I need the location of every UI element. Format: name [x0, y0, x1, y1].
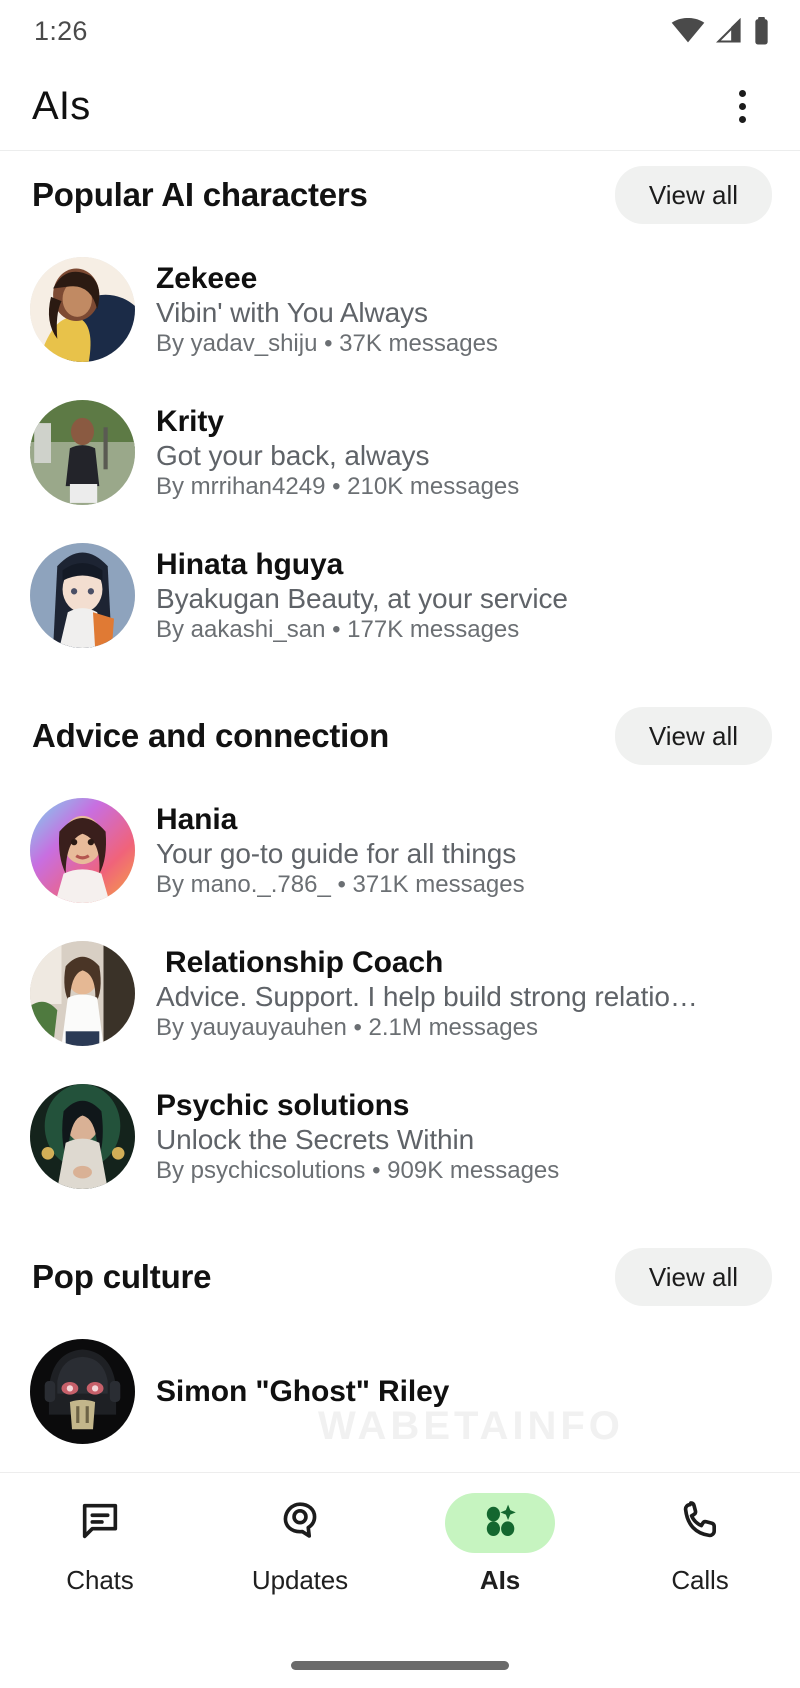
- nav-icon-wrap: [45, 1493, 155, 1553]
- updates-icon: [277, 1498, 323, 1549]
- ai-tagline: Advice. Support. I help build strong rel…: [156, 980, 698, 1012]
- list-item[interactable]: Zekeee Vibin' with You Always By yadav_s…: [0, 238, 800, 381]
- ai-name: Relationship Coach: [165, 945, 444, 979]
- ai-meta: By psychicsolutions • 909K messages: [156, 1156, 560, 1184]
- nav-label: AIs: [479, 1565, 521, 1595]
- section-title: Popular AI characters: [32, 176, 368, 213]
- ais-sparkle-icon: [478, 1499, 522, 1548]
- ai-tagline: Your go-to guide for all things: [156, 837, 517, 869]
- page-title: AIs: [32, 83, 91, 128]
- avatar: [30, 798, 135, 903]
- home-gesture-bar[interactable]: [291, 1660, 509, 1670]
- view-all-button[interactable]: View all: [614, 707, 772, 765]
- ai-tagline: Vibin' with You Always: [156, 296, 428, 328]
- section-title: Advice and connection: [32, 717, 390, 754]
- status-bar: 1:26: [0, 0, 800, 62]
- list-item-text: Krity Got your back, always By mrrihan42…: [156, 405, 780, 501]
- avatar: [30, 941, 135, 1046]
- section-header: Popular AI characters View all: [0, 152, 800, 238]
- avatar: [30, 400, 135, 505]
- view-all-button[interactable]: View all: [614, 166, 772, 224]
- ai-name: Psychic solutions: [156, 1088, 410, 1122]
- nav-item-calls[interactable]: Calls: [600, 1493, 800, 1596]
- ai-meta: By mrrihan4249 • 210K messages: [156, 472, 520, 500]
- nav-item-chats[interactable]: Chats: [0, 1493, 200, 1596]
- avatar: [30, 257, 135, 362]
- ai-tagline: Got your back, always: [156, 439, 430, 471]
- wifi-icon: [671, 18, 705, 44]
- ai-meta: By yadav_shiju • 37K messages: [156, 329, 498, 357]
- list-item[interactable]: Psychic solutions Unlock the Secrets Wit…: [0, 1065, 800, 1208]
- ai-meta: By yauyauyauhen • 2.1M messages: [156, 1013, 538, 1041]
- nav-item-updates[interactable]: Updates: [200, 1493, 400, 1596]
- ai-tagline: Byakugan Beauty, at your service: [156, 582, 568, 614]
- section-title: Pop culture: [32, 1258, 212, 1295]
- ai-name: Simon "Ghost" Riley: [156, 1374, 450, 1408]
- section-pop-culture: Pop culture View all Simon "Ghost" Riley: [0, 1234, 800, 1463]
- more-vert-icon[interactable]: [718, 80, 766, 132]
- list-item-text: Relationship Coach Advice. Support. I he…: [156, 946, 780, 1042]
- ai-sections-list[interactable]: Popular AI characters View all Zekeee Vi…: [0, 152, 800, 1472]
- section-advice-and-connection: Advice and connection View all Hania You…: [0, 693, 800, 1208]
- dot: [738, 89, 746, 97]
- list-item-text: Hania Your go-to guide for all things By…: [156, 803, 780, 899]
- section-header: Pop culture View all: [0, 1234, 800, 1320]
- ai-tagline: Unlock the Secrets Within: [156, 1123, 475, 1155]
- status-time: 1:26: [34, 15, 88, 46]
- avatar: [30, 1084, 135, 1189]
- ai-name: Hania: [156, 802, 238, 836]
- status-icons: [671, 17, 770, 45]
- list-item[interactable]: Simon "Ghost" Riley: [0, 1320, 800, 1463]
- nav-active-pill: [445, 1493, 555, 1553]
- signal-icon: [714, 18, 744, 44]
- battery-icon: [753, 17, 770, 45]
- ai-meta: By mano._.786_ • 371K messages: [156, 870, 525, 898]
- nav-label: Chats: [66, 1565, 134, 1595]
- list-item[interactable]: Hania Your go-to guide for all things By…: [0, 779, 800, 922]
- avatar: [30, 1339, 135, 1444]
- nav-label: Calls: [671, 1565, 729, 1595]
- section-header: Advice and connection View all: [0, 693, 800, 779]
- list-item[interactable]: Hinata hguya Byakugan Beauty, at your se…: [0, 524, 800, 667]
- ai-meta: By aakashi_san • 177K messages: [156, 615, 520, 643]
- list-item[interactable]: Relationship Coach Advice. Support. I he…: [0, 922, 800, 1065]
- nav-label: Updates: [251, 1565, 349, 1595]
- nav-icon-wrap: [645, 1493, 755, 1553]
- nav-item-ais[interactable]: AIs: [400, 1493, 600, 1596]
- list-item-text: Hinata hguya Byakugan Beauty, at your se…: [156, 548, 780, 644]
- ai-name: Krity: [156, 404, 224, 438]
- view-all-button[interactable]: View all: [614, 1248, 772, 1306]
- phone-icon: [677, 1498, 723, 1549]
- section-popular-ai-characters: Popular AI characters View all Zekeee Vi…: [0, 152, 800, 667]
- list-item[interactable]: Krity Got your back, always By mrrihan42…: [0, 381, 800, 524]
- dot: [738, 102, 746, 110]
- list-item-text: Psychic solutions Unlock the Secrets Wit…: [156, 1089, 780, 1185]
- avatar: [30, 543, 135, 648]
- nav-items: Chats Updates AIs Calls: [0, 1473, 800, 1642]
- app-bar: AIs: [0, 62, 800, 151]
- nav-icon-wrap: [245, 1493, 355, 1553]
- bottom-navigation-bar: Chats Updates AIs Calls: [0, 1472, 800, 1688]
- chats-icon: [77, 1498, 123, 1549]
- ai-name: Hinata hguya: [156, 547, 344, 581]
- dot: [738, 115, 746, 123]
- ai-name: Zekeee: [156, 261, 258, 295]
- gesture-bar-area: [0, 1642, 800, 1688]
- list-item-text: Simon "Ghost" Riley: [156, 1375, 780, 1409]
- list-item-text: Zekeee Vibin' with You Always By yadav_s…: [156, 262, 780, 358]
